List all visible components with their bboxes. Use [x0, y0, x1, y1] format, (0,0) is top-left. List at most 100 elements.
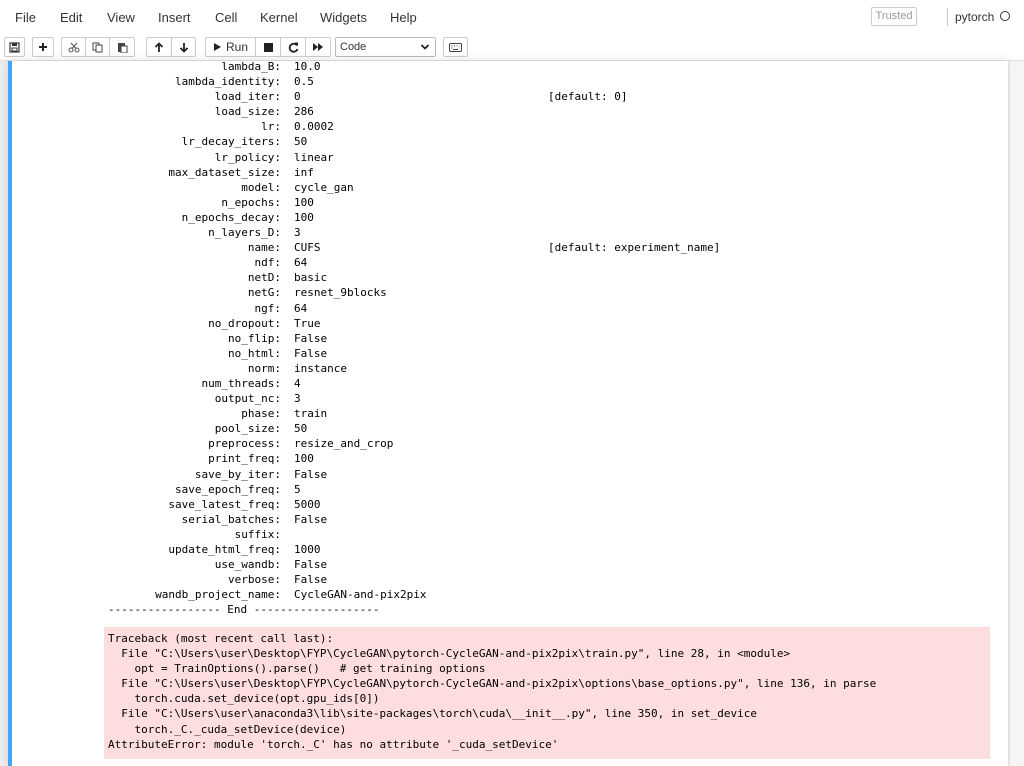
option-row: save_epoch_freq: 5 [108, 482, 998, 497]
option-value: False [294, 467, 328, 481]
option-key: phase: [241, 407, 281, 421]
option-key: serial_batches: [181, 512, 281, 526]
option-default: [default: 0] [548, 90, 628, 104]
option-row: use_wandb: False [108, 557, 998, 572]
traceback-line: AttributeError: module 'torch._C' has no… [108, 737, 559, 751]
copy-button[interactable] [85, 37, 109, 57]
option-row: max_dataset_size: inf [108, 165, 998, 180]
option-key: suffix: [234, 527, 281, 541]
option-key: print_freq: [208, 452, 281, 466]
option-key: lr: [261, 120, 281, 134]
run-label: Run [225, 40, 248, 54]
menu-edit[interactable]: Edit [60, 10, 82, 25]
option-row: output_nc: 3 [108, 391, 998, 406]
traceback-line: File "C:\Users\user\Desktop\FYP\CycleGAN… [108, 677, 877, 691]
option-value: 3 [294, 392, 301, 406]
option-row: lambda_identity: 0.5 [108, 74, 998, 89]
chevron-down-icon [420, 44, 430, 50]
option-row: load_size: 286 [108, 104, 998, 119]
option-key: output_nc: [214, 392, 281, 406]
save-button[interactable] [4, 37, 25, 57]
traceback-line: torch.cuda.set_device(opt.gpu_ids[0]) [108, 692, 380, 706]
menu-file[interactable]: File [15, 10, 36, 25]
option-row: no_dropout: True [108, 316, 998, 331]
stderr-output: Traceback (most recent call last): File … [104, 627, 990, 759]
menu-kernel[interactable]: Kernel [260, 10, 298, 25]
restart-run-all-button[interactable] [305, 37, 331, 57]
option-value: 100 [294, 452, 314, 466]
cut-button[interactable] [61, 37, 85, 57]
cell-selection-bar [8, 61, 12, 766]
scrollbar[interactable] [1010, 61, 1024, 766]
option-row: ndf: 64 [108, 255, 998, 270]
option-key: verbose: [228, 573, 281, 587]
option-row: num_threads: 4 [108, 376, 998, 391]
option-key: no_html: [228, 346, 281, 360]
option-value: 3 [294, 226, 301, 240]
fast-forward-icon [313, 43, 323, 51]
option-key: model: [241, 180, 281, 194]
kernel-status-icon [1000, 11, 1010, 21]
option-row: update_html_freq: 1000 [108, 542, 998, 557]
option-row: n_epochs_decay: 100 [108, 210, 998, 225]
options-end-line: ----------------- End ------------------… [108, 603, 380, 617]
option-row: load_iter: 0 [default: 0] [108, 89, 998, 104]
option-value: 100 [294, 195, 314, 209]
option-key: n_epochs: [221, 195, 281, 209]
option-key: load_size: [214, 105, 281, 119]
traceback-line: torch._C._cuda_setDevice(device) [108, 722, 347, 736]
copy-icon [92, 42, 103, 52]
option-value: 5 [294, 482, 301, 496]
option-key: save_latest_freq: [168, 497, 281, 511]
option-value: 100 [294, 210, 314, 224]
trusted-indicator[interactable]: Trusted [871, 7, 917, 26]
kernel-name[interactable]: pytorch [955, 10, 994, 24]
menu-view[interactable]: View [107, 10, 135, 25]
option-row: lr_policy: linear [108, 150, 998, 165]
option-value: False [294, 573, 328, 587]
traceback-line: opt = TrainOptions().parse() # get train… [108, 662, 486, 676]
interrupt-button[interactable] [255, 37, 280, 57]
option-key: pool_size: [214, 422, 281, 436]
option-row: save_by_iter: False [108, 467, 998, 482]
option-value: 0.5 [294, 75, 314, 89]
option-value: instance [294, 361, 347, 375]
arrow-down-icon [179, 42, 188, 53]
option-row: serial_batches: False [108, 512, 998, 527]
keyboard-icon [449, 42, 462, 52]
command-palette-button[interactable] [443, 37, 468, 57]
option-key: save_by_iter: [194, 467, 281, 481]
run-icon [213, 43, 221, 51]
option-row: model: cycle_gan [108, 180, 998, 195]
menu-widgets[interactable]: Widgets [320, 10, 367, 25]
option-row: phase: train [108, 406, 998, 421]
menu-cell[interactable]: Cell [215, 10, 237, 25]
restart-button[interactable] [280, 37, 305, 57]
paste-button[interactable] [109, 37, 135, 57]
option-value: 64 [294, 301, 308, 315]
traceback-line: File "C:\Users\user\Desktop\FYP\CycleGAN… [108, 647, 791, 661]
traceback-line: Traceback (most recent call last): [108, 632, 334, 645]
cell-output: lambda_B: 10.0 lambda_identity: 0.5 load_ite… [108, 59, 998, 617]
cell-type-select[interactable]: Code [335, 37, 436, 57]
insert-cell-button[interactable] [32, 37, 54, 57]
option-row: save_latest_freq: 5000 [108, 497, 998, 512]
option-value: basic [294, 271, 328, 285]
menu-help[interactable]: Help [390, 10, 417, 25]
option-key: netD: [247, 271, 281, 285]
option-row: ngf: 64 [108, 301, 998, 316]
option-key: netG: [247, 286, 281, 300]
option-row: no_flip: False [108, 331, 998, 346]
option-value: linear [294, 150, 334, 164]
move-down-button[interactable] [171, 37, 196, 57]
option-value: 4 [294, 376, 301, 390]
run-button[interactable]: Run [205, 37, 255, 57]
option-key: max_dataset_size: [168, 165, 281, 179]
move-up-button[interactable] [146, 37, 171, 57]
menu-insert[interactable]: Insert [158, 10, 191, 25]
option-value: False [294, 512, 328, 526]
option-row: preprocess: resize_and_crop [108, 436, 998, 451]
option-value: train [294, 407, 328, 421]
option-value: True [294, 316, 321, 330]
option-value: 50 [294, 422, 308, 436]
